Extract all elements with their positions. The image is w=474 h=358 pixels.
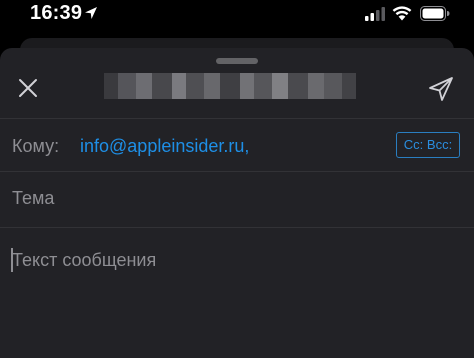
status-bar: 16:39 bbox=[0, 0, 474, 30]
cc-bcc-button[interactable]: Cc: Bcc: bbox=[396, 132, 460, 158]
subject-field[interactable]: Тема bbox=[12, 188, 54, 209]
send-icon bbox=[429, 77, 453, 101]
message-body-field[interactable]: Текст сообщения bbox=[12, 250, 156, 271]
to-divider bbox=[0, 171, 474, 172]
location-arrow-icon bbox=[85, 7, 97, 19]
status-time: 16:39 bbox=[30, 2, 83, 24]
battery-icon bbox=[420, 6, 450, 21]
to-label: Кому: bbox=[12, 136, 60, 156]
to-recipient[interactable]: info@appleinsider.ru, bbox=[80, 136, 249, 157]
cellular-signal-icon bbox=[365, 7, 385, 21]
header-divider bbox=[0, 118, 474, 119]
subject-divider bbox=[0, 227, 474, 228]
blurred-sender-title bbox=[104, 73, 376, 99]
close-button[interactable] bbox=[12, 72, 44, 104]
wifi-icon bbox=[392, 6, 412, 21]
sheet-grabber[interactable] bbox=[216, 58, 258, 64]
send-button[interactable] bbox=[424, 72, 458, 106]
close-icon bbox=[19, 79, 37, 97]
